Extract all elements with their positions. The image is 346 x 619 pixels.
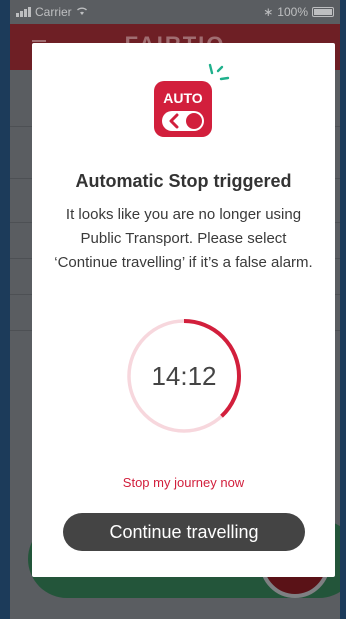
status-left: Carrier [16,5,88,19]
battery-icon [312,7,334,17]
automatic-stop-dialog: AUTO Automatic Stop triggered It looks l… [32,43,335,577]
continue-travelling-button[interactable]: Continue travelling [63,513,305,551]
bluetooth-icon: ∗ [263,5,274,19]
status-bar: Carrier ∗ 100% [10,0,340,24]
auto-icon-label: AUTO [163,90,203,106]
signal-icon [16,7,31,17]
carrier-label: Carrier [35,5,72,19]
wifi-icon [76,5,88,19]
stop-journey-link[interactable]: Stop my journey now [32,475,335,490]
auto-toggle-icon: AUTO [152,63,232,139]
countdown-time: 14:12 [151,360,217,391]
battery-percent: 100% [277,5,308,19]
status-right: ∗ 100% [263,5,334,19]
dialog-title: Automatic Stop triggered [75,171,292,191]
dialog-message: It looks like you are no longer using Pu… [54,206,313,271]
